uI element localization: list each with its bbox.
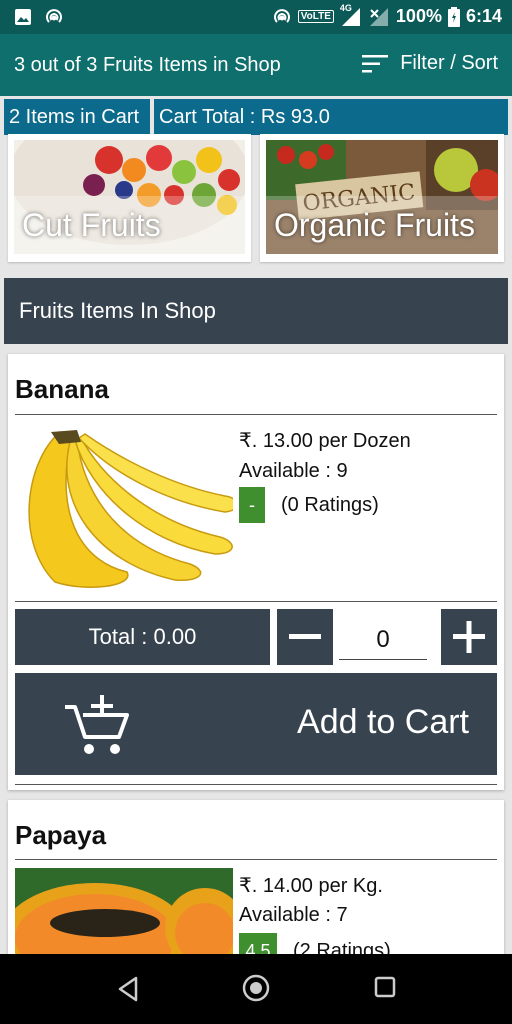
filter-sort-button[interactable]: Filter / Sort: [362, 52, 498, 75]
category-label: Cut Fruits: [14, 196, 245, 254]
no-signal-icon: [369, 7, 388, 26]
category-card-cut-fruits[interactable]: Cut Fruits: [8, 134, 251, 262]
product-price: ₹. 13.00 per Dozen: [239, 430, 411, 452]
quantity-input[interactable]: 0: [339, 620, 427, 660]
add-to-cart-button[interactable]: Add to Cart: [15, 673, 497, 775]
add-cart-icon: [65, 695, 129, 754]
battery-percent: 100%: [395, 6, 442, 26]
battery-icon: [447, 6, 460, 27]
signal-icon: 4G: [340, 3, 362, 27]
cart-total[interactable]: Cart Total : Rs 93.0: [154, 99, 508, 135]
home-icon[interactable]: [242, 974, 270, 1002]
product-name: Papaya: [15, 820, 107, 850]
status-bar: VoLTE 4G 100% 6:14: [0, 0, 512, 34]
divider: [15, 859, 497, 860]
banana-image: [15, 422, 239, 594]
divider: [15, 601, 497, 602]
product-total: Total : 0.00: [15, 609, 270, 665]
network-type: 4G: [339, 2, 352, 13]
hotspot-icon: [46, 9, 62, 23]
recents-icon[interactable]: [374, 976, 396, 998]
system-nav-bar: [0, 954, 512, 1024]
page-title: 3 out of 3 Fruits Items in Shop: [14, 54, 281, 76]
sort-icon: [362, 54, 389, 72]
add-to-cart-label: Add to Cart: [297, 703, 469, 741]
rating-badge: 4.5: [239, 933, 277, 954]
back-icon[interactable]: [116, 976, 140, 1002]
category-label: Organic Fruits: [266, 196, 498, 254]
divider: [15, 414, 497, 415]
rating-badge: -: [239, 487, 265, 523]
cart-items-count[interactable]: 2 Items in Cart: [4, 99, 150, 135]
product-price: ₹. 14.00 per Kg.: [239, 875, 383, 897]
divider: [15, 784, 497, 785]
product-card-banana: Banana ₹. 13.00 per Dozen Available : 9 …: [8, 354, 504, 790]
filter-sort-label: Filter / Sort: [400, 52, 498, 74]
product-rating[interactable]: 4.5 (2 Ratings): [239, 933, 391, 954]
papaya-image: [8, 868, 245, 954]
category-card-organic-fruits[interactable]: ORGANIC Organic Fruits: [260, 134, 504, 262]
rating-count: (0 Ratings): [281, 493, 379, 516]
hotspot-icon: [273, 8, 290, 23]
plus-icon: [453, 621, 485, 653]
product-availability: Available : 9: [239, 460, 348, 482]
section-header: Fruits Items In Shop: [4, 278, 508, 344]
clock: 6:14: [465, 6, 502, 26]
increment-button[interactable]: [441, 609, 497, 665]
product-name: Banana: [15, 374, 109, 404]
product-availability: Available : 7: [239, 904, 348, 926]
volte-badge: VoLTE: [297, 10, 334, 23]
product-card-papaya: Papaya ₹. 14.00 per Kg. Available : 7 4.…: [8, 800, 504, 954]
image-icon: [15, 9, 31, 25]
decrement-button[interactable]: [277, 609, 333, 665]
organic-fruits-image: ORGANIC Organic Fruits: [266, 140, 498, 254]
product-rating[interactable]: - (0 Ratings): [239, 487, 379, 523]
cut-fruits-image: Cut Fruits: [14, 140, 245, 254]
minus-icon: [289, 634, 321, 639]
app-bar: 3 out of 3 Fruits Items in Shop Filter /…: [0, 34, 512, 96]
rating-count: (2 Ratings): [293, 939, 391, 955]
